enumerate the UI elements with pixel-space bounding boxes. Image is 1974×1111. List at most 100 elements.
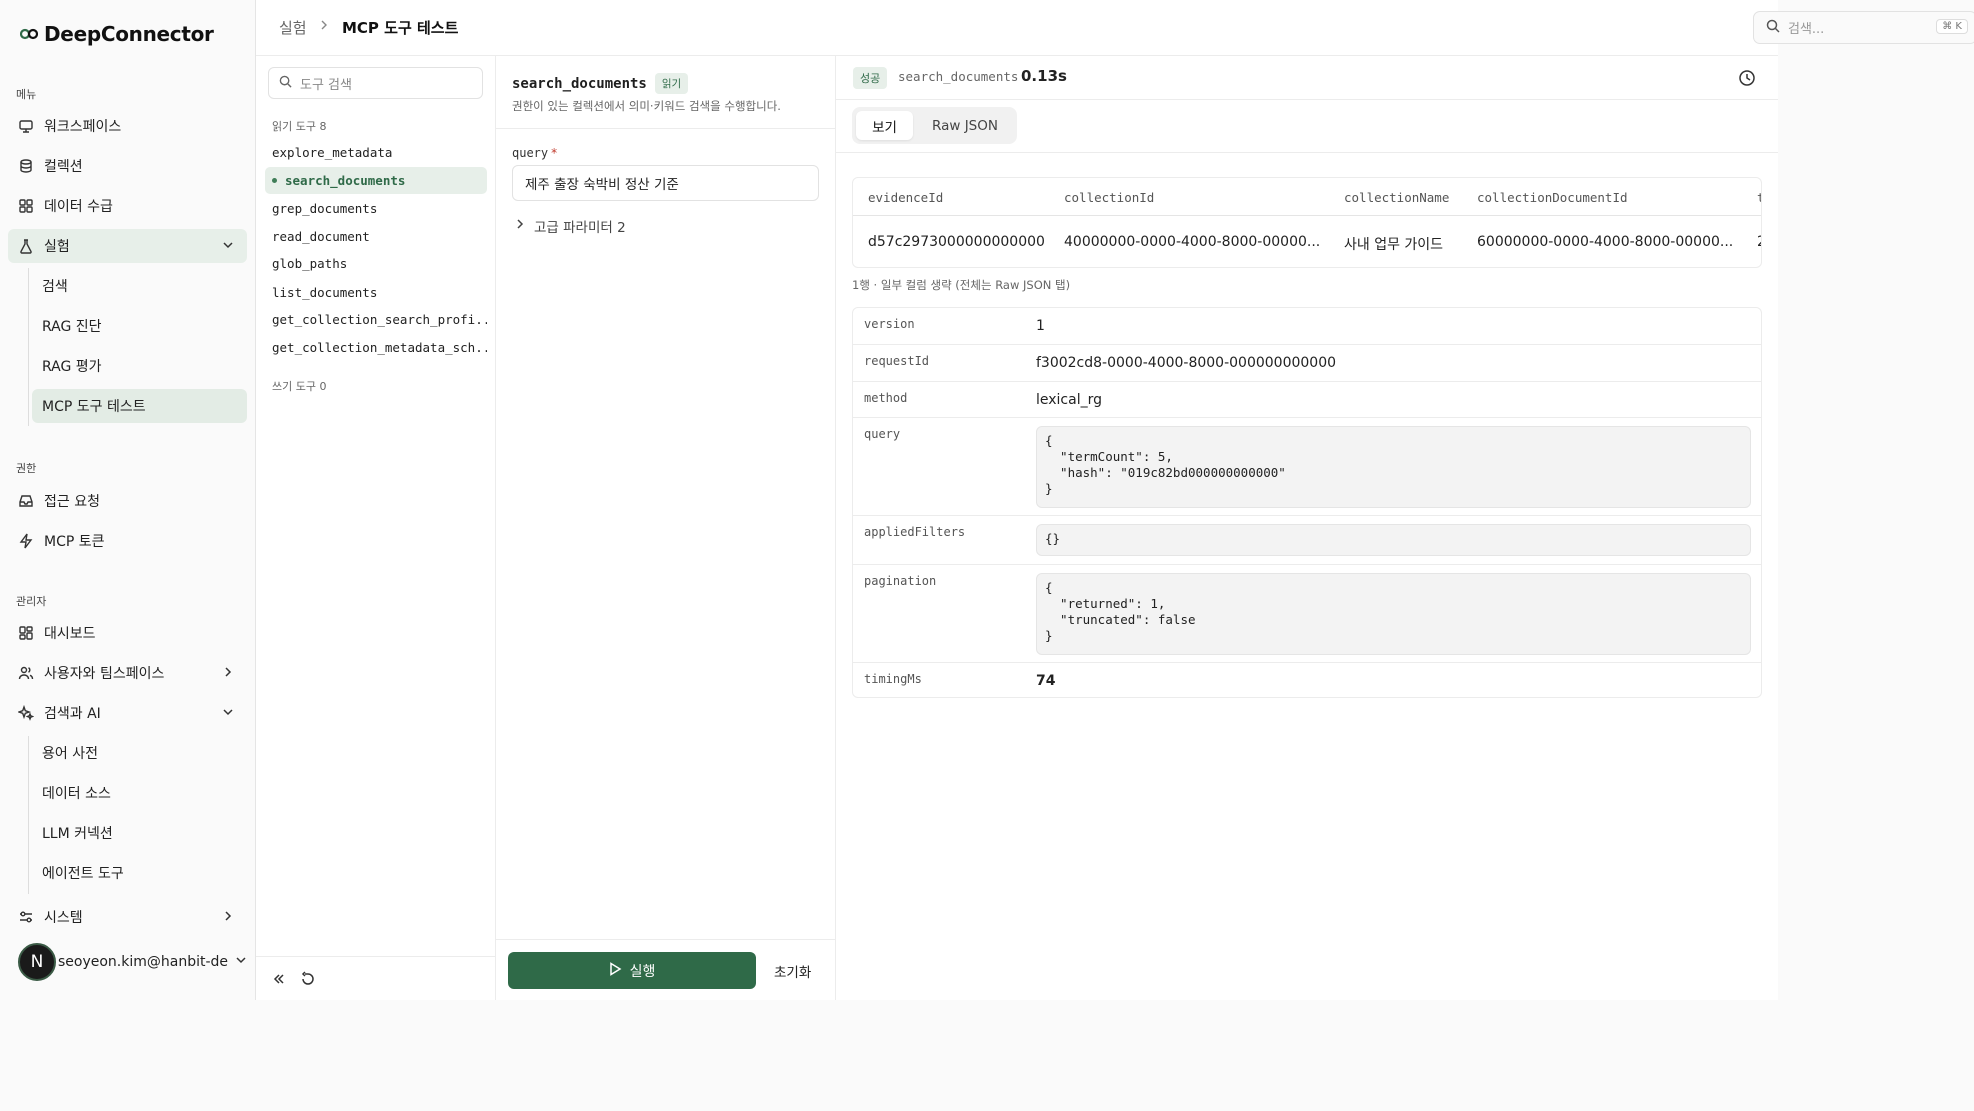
collapse-panel-icon[interactable]	[272, 972, 286, 990]
tool-item[interactable]: glob_paths	[265, 250, 487, 277]
divider	[836, 152, 1778, 153]
grid-icon	[18, 198, 34, 214]
advanced-params-toggle[interactable]: 고급 파라미터 2	[514, 216, 626, 236]
logo-icon	[19, 22, 39, 46]
brand-logo[interactable]: DeepConnector	[19, 22, 214, 46]
field-row: query { "termCount": 5, "hash": "019c82b…	[853, 418, 1761, 516]
chevron-down-icon	[221, 238, 235, 252]
bolt-icon	[18, 533, 34, 549]
code-block: { "termCount": 5, "hash": "019c82bd00000…	[1036, 426, 1751, 508]
tool-form-panel: search_documents 읽기 권한이 있는 컬렉션에서 의미·키워드 …	[496, 56, 836, 1000]
divider	[496, 128, 836, 129]
sidebar-subitem-rag-diagnosis[interactable]: RAG 진단	[32, 309, 247, 343]
sidebar-item-data-ingest[interactable]: 데이터 수급	[8, 189, 247, 223]
tools-footer	[256, 956, 496, 1000]
field-row: timingMs 74	[853, 663, 1761, 697]
sidebar-item-label: 실험	[44, 239, 70, 255]
sidebar-item-experiment[interactable]: 실험	[8, 229, 247, 263]
column-header: t	[1757, 190, 1761, 205]
result-table[interactable]: evidenceId collectionId collectionName c…	[852, 177, 1762, 268]
field-key: query	[864, 427, 901, 441]
result-fields: version 1 requestId f3002cd8-0000-4000-8…	[852, 307, 1762, 698]
field-row: pagination { "returned": 1, "truncated":…	[853, 565, 1761, 663]
sidebar-item-label: 시스템	[44, 910, 83, 926]
sidebar-subitem-rag-eval[interactable]: RAG 평가	[32, 349, 247, 383]
search-icon	[279, 75, 292, 92]
sidebar-item-collections[interactable]: 컬렉션	[8, 149, 247, 183]
field-value: 1	[1036, 318, 1045, 334]
column-header: collectionDocumentId	[1477, 190, 1628, 205]
avatar: N	[18, 943, 56, 981]
sidebar-subitem-llm-connections[interactable]: LLM 커넥션	[32, 816, 247, 850]
breadcrumb-separator-icon	[318, 18, 330, 36]
code-block: { "returned": 1, "truncated": false }	[1036, 573, 1751, 655]
field-row: requestId f3002cd8-0000-4000-8000-000000…	[853, 345, 1761, 382]
tool-search-input[interactable]: 도구 검색	[268, 67, 483, 99]
search-placeholder: 검색...	[1788, 22, 1825, 37]
tool-item-label: get_collection_search_profi...	[272, 312, 487, 327]
query-input[interactable]: 제주 출장 숙박비 정산 기준	[512, 165, 819, 201]
advanced-params-label: 고급 파라미터 2	[534, 220, 626, 236]
sidebar-item-workspace[interactable]: 워크스페이스	[8, 109, 247, 143]
sidebar-item-mcp-token[interactable]: MCP 토큰	[8, 524, 247, 558]
sidebar-item-label: 검색과 AI	[44, 706, 101, 722]
field-key: method	[864, 391, 908, 405]
top-header: 실험 MCP 도구 테스트 검색... ⌘ K	[256, 0, 1974, 56]
sidebar-item-dashboard[interactable]: 대시보드	[8, 616, 247, 650]
history-icon[interactable]	[1738, 69, 1756, 87]
table-row[interactable]: d57c2973000000000000 40000000-0000-4000-…	[853, 216, 1761, 267]
tool-item[interactable]: get_collection_search_profi...	[265, 306, 487, 333]
tool-item[interactable]: grep_documents	[265, 195, 487, 222]
result-tool-name: search_documents	[898, 69, 1019, 84]
sidebar-subitem-data-sources[interactable]: 데이터 소스	[32, 776, 247, 810]
tool-item-selected[interactable]: search_documents	[265, 167, 487, 194]
admin-section-label: 관리자	[16, 595, 47, 608]
app-window: DeepConnector 메뉴 워크스페이스 컬렉션 데이터 수급 실험 검색…	[0, 0, 1974, 1000]
breadcrumb-parent[interactable]: 실험	[279, 17, 307, 38]
column-header: collectionId	[1064, 190, 1155, 205]
tool-item[interactable]: get_collection_metadata_sch...	[265, 334, 487, 361]
play-icon	[609, 961, 622, 980]
submenu-line	[28, 736, 29, 894]
user-menu[interactable]: N seoyeon.kim@hanbit-de...	[18, 943, 248, 981]
sidebar-subitem-search[interactable]: 검색	[32, 269, 247, 303]
tool-item[interactable]: list_documents	[265, 279, 487, 306]
sidebar-item-label: 컬렉션	[44, 159, 83, 175]
tool-item[interactable]: explore_metadata	[265, 139, 487, 166]
sidebar-item-system[interactable]: 시스템	[8, 900, 247, 934]
table-cell: 2	[1757, 234, 1761, 250]
sidebar-subitem-mcp-tool-test[interactable]: MCP 도구 테스트	[32, 389, 247, 423]
dashboard-icon	[18, 625, 34, 641]
tab-view[interactable]: 보기	[856, 111, 913, 140]
form-footer: 실행 초기화	[496, 939, 836, 1000]
form-tool-name: search_documents	[512, 75, 647, 92]
user-email: seoyeon.kim@hanbit-de...	[58, 954, 228, 970]
result-panel: 성공 search_documents 0.13s 보기 Raw JSON ev…	[836, 56, 1778, 1000]
table-cell: d57c2973000000000000	[868, 234, 1045, 250]
sidebar-subitem-agent-tools[interactable]: 에이전트 도구	[32, 856, 247, 890]
sidebar: DeepConnector 메뉴 워크스페이스 컬렉션 데이터 수급 실험 검색…	[0, 0, 256, 1000]
tab-raw-json[interactable]: Raw JSON	[917, 111, 1013, 140]
run-button[interactable]: 실행	[508, 952, 756, 989]
refresh-icon[interactable]	[300, 971, 316, 991]
global-search-input[interactable]: 검색... ⌘ K	[1753, 11, 1974, 44]
tool-item-label: get_collection_metadata_sch...	[272, 340, 487, 355]
perm-section-label: 권한	[16, 462, 37, 475]
sidebar-item-label: 사용자와 팀스페이스	[44, 666, 165, 682]
form-description: 권한이 있는 컬렉션에서 의미·키워드 검색을 수행합니다.	[512, 99, 781, 113]
sidebar-item-label: 대시보드	[44, 626, 96, 642]
tool-item[interactable]: read_document	[265, 223, 487, 250]
sidebar-item-search-ai[interactable]: 검색과 AI	[8, 696, 247, 730]
chevron-down-icon	[234, 953, 248, 971]
page-title: MCP 도구 테스트	[342, 19, 459, 37]
sidebar-item-access-request[interactable]: 접근 요청	[8, 484, 247, 518]
code-block: {}	[1036, 524, 1751, 556]
sidebar-subitem-glossary[interactable]: 용어 사전	[32, 736, 247, 770]
field-key: version	[864, 317, 915, 331]
shortcut-badge: ⌘ K	[1936, 19, 1968, 34]
reset-button[interactable]: 초기화	[774, 961, 811, 981]
field-key: timingMs	[864, 672, 922, 686]
table-cell: 60000000-0000-4000-8000-00000...	[1477, 234, 1734, 250]
sidebar-item-users-teamspaces[interactable]: 사용자와 팀스페이스	[8, 656, 247, 690]
tool-item-label: glob_paths	[272, 256, 348, 271]
